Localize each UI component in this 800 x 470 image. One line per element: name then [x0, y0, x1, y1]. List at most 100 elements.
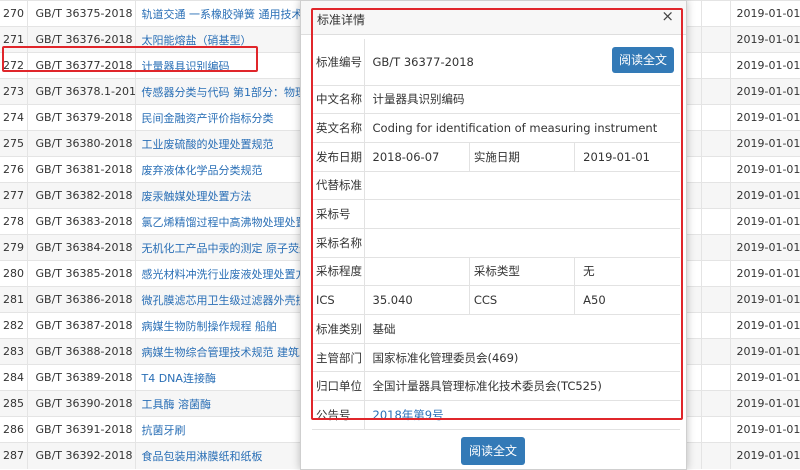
field-value-notice-link[interactable]: 2018年第9号	[364, 400, 680, 430]
row-code: GB/T 36387-2018	[26, 312, 135, 339]
row-number: 279	[0, 234, 27, 261]
row-code: GB/T 36384-2018	[26, 234, 135, 261]
row-blank	[700, 390, 730, 417]
row-blank	[700, 182, 730, 209]
row-number: 278	[0, 208, 27, 235]
field-value-number: GB/T 36377-2018	[372, 54, 474, 69]
row-code: GB/T 36376-2018	[26, 26, 135, 53]
row-date: 2019-01-01	[729, 234, 800, 261]
row-code: GB/T 36377-2018	[26, 52, 135, 79]
field-label-owner: 归口单位	[312, 371, 365, 402]
row-date: 2019-01-01	[729, 130, 800, 157]
row-blank	[700, 364, 730, 391]
row-blank	[700, 78, 730, 105]
row-blank	[700, 234, 730, 261]
detail-grid: 标准编号 GB/T 36377-2018 阅读全文 中文名称 计量器具识别编码 …	[312, 39, 680, 430]
row-blank	[700, 156, 730, 183]
row-blank	[700, 442, 730, 469]
row-code: GB/T 36378.1-2018	[26, 78, 135, 105]
row-blank	[700, 208, 730, 235]
row-code: GB/T 36385-2018	[26, 260, 135, 287]
field-value-en-name: Coding for identification of measuring i…	[364, 113, 680, 143]
row-date: 2019-01-01	[729, 286, 800, 313]
row-date: 2019-01-01	[729, 338, 800, 365]
read-full-text-button-bottom[interactable]: 阅读全文	[461, 437, 525, 465]
row-blank	[700, 0, 730, 27]
row-code: GB/T 36375-2018	[26, 0, 135, 27]
row-blank	[700, 286, 730, 313]
field-value-adopt-degree	[364, 257, 470, 287]
row-code: GB/T 36392-2018	[26, 442, 135, 469]
field-value-implement-date: 2019-01-01	[574, 142, 680, 172]
row-code: GB/T 36380-2018	[26, 130, 135, 157]
field-label-number: 标准编号	[312, 39, 365, 86]
field-label-ccs: CCS	[468, 285, 576, 315]
field-label-implement-date: 实施日期	[468, 142, 576, 172]
row-number: 284	[0, 364, 27, 391]
row-date: 2019-01-01	[729, 364, 800, 391]
field-label-ics: ICS	[312, 285, 365, 315]
field-value-dept: 国家标准化管理委员会(469)	[364, 343, 680, 373]
field-value-owner: 全国计量器具管理标准化技术委员会(TC525)	[364, 371, 680, 402]
row-number: 272	[0, 52, 27, 79]
field-label-en-name: 英文名称	[312, 113, 365, 143]
row-code: GB/T 36379-2018	[26, 104, 135, 131]
row-date: 2019-01-01	[729, 78, 800, 105]
field-label-adopt-name: 采标名称	[312, 228, 365, 258]
field-value-category: 基础	[364, 314, 680, 344]
row-date: 2019-01-01	[729, 182, 800, 209]
row-number: 286	[0, 416, 27, 443]
row-date: 2019-01-01	[729, 156, 800, 183]
field-label-replace: 代替标准	[312, 171, 365, 201]
standard-detail-modal: 标准详情 × 标准编号 GB/T 36377-2018 阅读全文 中文名称 计量…	[300, 0, 687, 470]
row-number: 274	[0, 104, 27, 131]
row-code: GB/T 36386-2018	[26, 286, 135, 313]
row-number: 277	[0, 182, 27, 209]
field-value-publish-date: 2018-06-07	[364, 142, 470, 172]
row-number: 285	[0, 390, 27, 417]
row-blank	[700, 26, 730, 53]
row-date: 2019-01-01	[729, 52, 800, 79]
row-blank	[700, 312, 730, 339]
field-label-notice: 公告号	[312, 400, 365, 430]
field-value-replace	[364, 171, 680, 201]
field-value-number-cell: GB/T 36377-2018 阅读全文	[364, 39, 680, 86]
row-code: GB/T 36382-2018	[26, 182, 135, 209]
row-date: 2019-01-01	[729, 390, 800, 417]
row-number: 282	[0, 312, 27, 339]
row-blank	[700, 130, 730, 157]
field-label-cn-name: 中文名称	[312, 85, 365, 115]
row-code: GB/T 36381-2018	[26, 156, 135, 183]
field-label-adopt-degree: 采标程度	[312, 257, 365, 287]
field-value-ics: 35.040	[364, 285, 470, 315]
read-full-text-button[interactable]: 阅读全文	[612, 47, 674, 73]
field-label-adopt-no: 采标号	[312, 199, 365, 229]
row-date: 2019-01-01	[729, 416, 800, 443]
field-value-cn-name: 计量器具识别编码	[364, 85, 680, 115]
row-blank	[700, 338, 730, 365]
row-date: 2019-01-01	[729, 0, 800, 27]
row-number: 271	[0, 26, 27, 53]
row-date: 2019-01-01	[729, 104, 800, 131]
row-number: 273	[0, 78, 27, 105]
close-icon[interactable]: ×	[661, 7, 674, 25]
row-number: 275	[0, 130, 27, 157]
row-number: 281	[0, 286, 27, 313]
field-value-adopt-name	[364, 228, 680, 258]
modal-title: 标准详情	[317, 13, 366, 27]
row-code: GB/T 36388-2018	[26, 338, 135, 365]
row-blank	[700, 104, 730, 131]
field-label-dept: 主管部门	[312, 343, 365, 373]
row-number: 287	[0, 442, 27, 469]
field-label-category: 标准类别	[312, 314, 365, 344]
field-label-publish-date: 发布日期	[312, 142, 365, 172]
row-code: GB/T 36391-2018	[26, 416, 135, 443]
row-blank	[700, 52, 730, 79]
field-value-ccs: A50	[574, 285, 680, 315]
row-number: 280	[0, 260, 27, 287]
row-code: GB/T 36390-2018	[26, 390, 135, 417]
modal-header: 标准详情 ×	[301, 1, 686, 35]
row-blank	[700, 416, 730, 443]
field-label-adopt-type: 采标类型	[468, 257, 576, 287]
row-date: 2019-01-01	[729, 312, 800, 339]
